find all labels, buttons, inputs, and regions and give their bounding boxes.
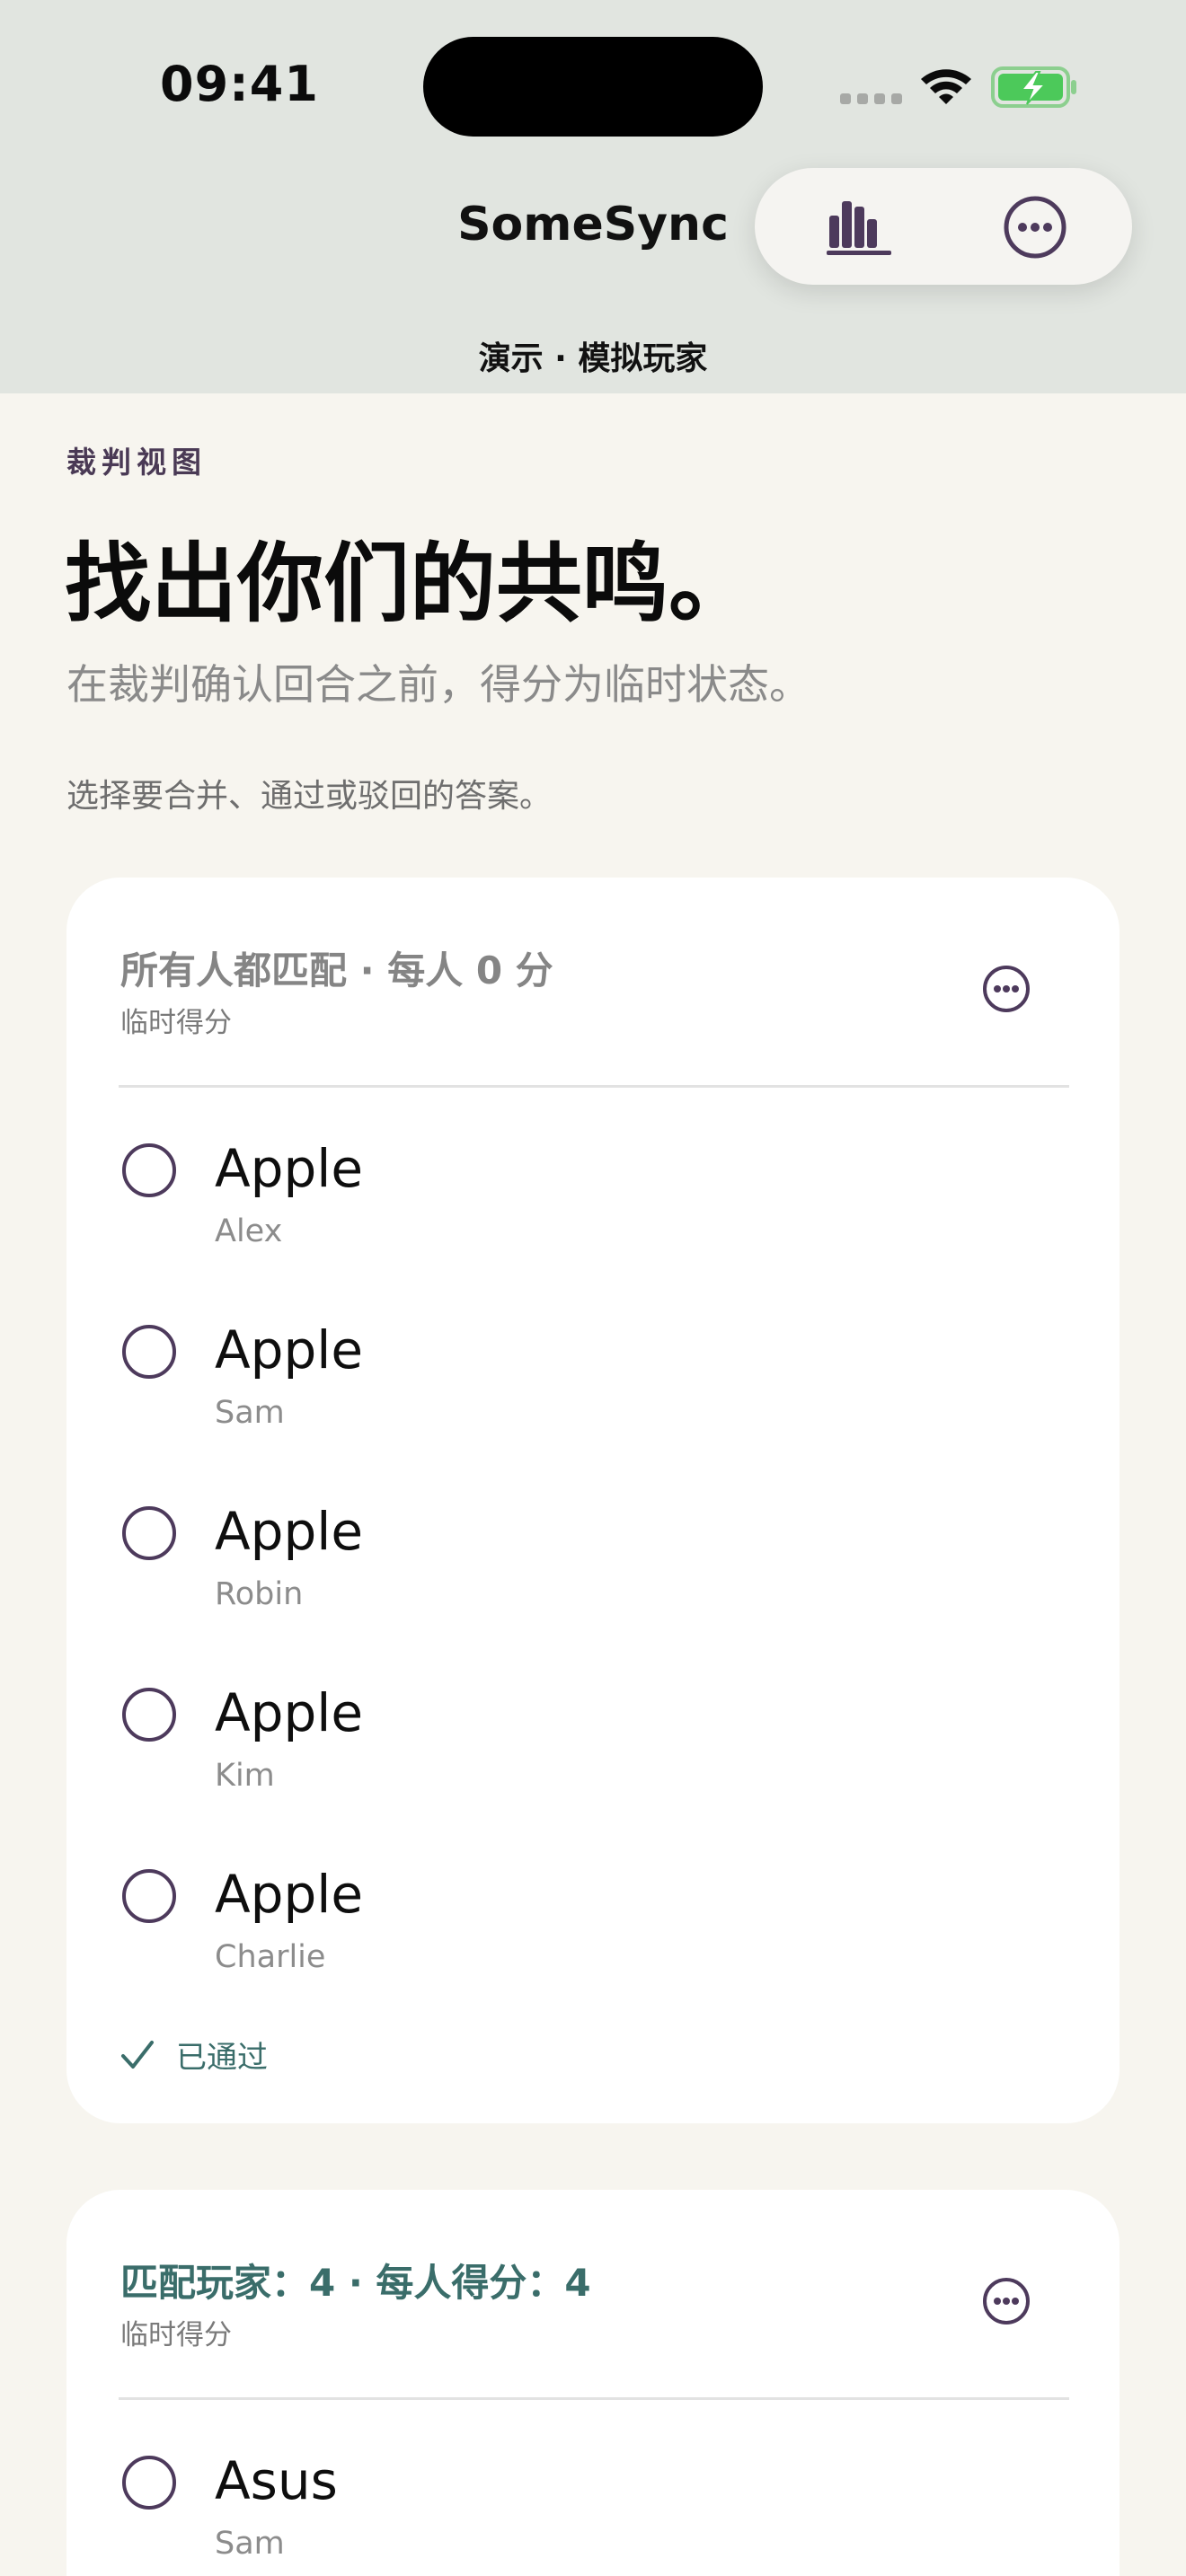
answer-row[interactable]: Apple Charlie: [66, 1864, 1120, 2049]
group-more-button[interactable]: [981, 2276, 1031, 2326]
instruction-text: 选择要合并、通过或驳回的答案。: [66, 778, 553, 815]
group-more-button[interactable]: [981, 964, 1031, 1014]
cellular-signal-icon: [840, 93, 902, 104]
player-name: Sam: [215, 1395, 285, 1431]
lead-text: 在裁判确认回合之前，得分为临时状态。: [66, 660, 810, 709]
answer-radio[interactable]: [122, 1143, 176, 1197]
answer-radio[interactable]: [122, 1688, 176, 1742]
status-label: 已通过: [176, 2040, 268, 2076]
answer-text: Apple: [215, 1501, 364, 1562]
header: 09:41 SomeSync 演示 · 模拟玩家: [0, 0, 1186, 393]
answer-radio[interactable]: [122, 1869, 176, 1923]
answer-text: Apple: [215, 1138, 364, 1199]
toolbar: [755, 168, 1132, 285]
answer-group-card: 匹配玩家：4 · 每人得分：4 临时得分 Asus Sam: [66, 2190, 1120, 2576]
answer-radio[interactable]: [122, 1506, 176, 1560]
group-title: 所有人都匹配 · 每人 0 分: [120, 948, 553, 992]
answer-radio[interactable]: [122, 2456, 176, 2510]
approved-status: 已通过: [120, 2033, 268, 2077]
player-name: Sam: [215, 2526, 285, 2562]
player-name: Charlie: [215, 1939, 326, 1975]
answer-row[interactable]: Apple Sam: [66, 1319, 1120, 1504]
player-name: Robin: [215, 1576, 304, 1612]
checkmark-icon: [121, 2040, 154, 2069]
bar-chart-icon: [827, 201, 891, 255]
eyebrow-label: 裁判视图: [66, 445, 207, 480]
page-title: 找出你们的共鸣。: [65, 534, 755, 634]
answer-row[interactable]: Asus Sam: [66, 2450, 1120, 2576]
wifi-icon: [921, 69, 971, 104]
divider: [119, 1085, 1069, 1088]
more-button[interactable]: [1003, 195, 1067, 260]
stats-button[interactable]: [809, 190, 909, 263]
answer-group-card: 所有人都匹配 · 每人 0 分 临时得分 Apple Alex Apple Sa…: [66, 878, 1120, 2123]
group-subtitle: 临时得分: [120, 2319, 232, 2351]
answer-text: Apple: [215, 1864, 364, 1925]
page-subtitle: 演示 · 模拟玩家: [478, 340, 708, 377]
player-name: Alex: [215, 1213, 283, 1249]
divider: [119, 2397, 1069, 2400]
group-subtitle: 临时得分: [120, 1007, 232, 1039]
status-time: 09:41: [160, 56, 319, 112]
screen: 09:41 SomeSync 演示 · 模拟玩家 裁判视图 找出你们的共鸣。 在…: [0, 0, 1186, 2576]
answer-row[interactable]: Apple Alex: [66, 1138, 1120, 1323]
answer-row[interactable]: Apple Kim: [66, 1682, 1120, 1867]
answer-radio[interactable]: [122, 1325, 176, 1379]
group-title: 匹配玩家：4 · 每人得分：4: [120, 2261, 591, 2305]
answer-row[interactable]: Apple Robin: [66, 1501, 1120, 1686]
player-name: Kim: [215, 1758, 275, 1794]
answer-text: Apple: [215, 1319, 364, 1381]
answer-text: Asus: [215, 2450, 338, 2511]
dynamic-island: [423, 37, 763, 137]
answer-text: Apple: [215, 1682, 364, 1743]
battery-charging-icon: [991, 66, 1076, 108]
